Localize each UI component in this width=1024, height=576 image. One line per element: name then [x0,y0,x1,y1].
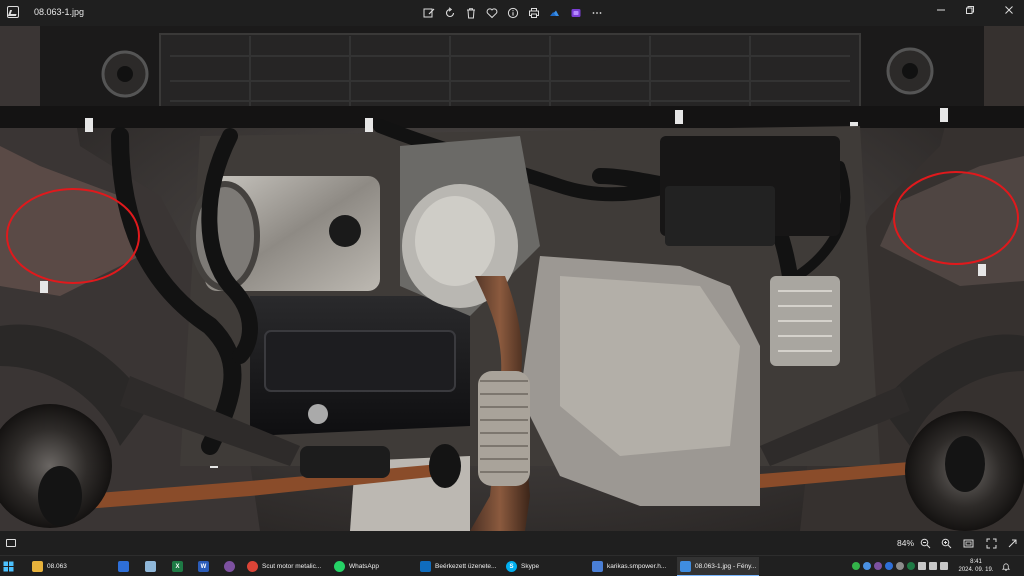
taskbar-item-excel[interactable]: X [172,557,188,576]
taskbar-item-notepad[interactable] [145,557,161,576]
zoom-in-icon[interactable] [939,536,953,550]
windows-icon [3,561,14,572]
whatsapp-icon [334,561,345,572]
fit-to-window-icon[interactable] [961,536,975,550]
tray-app-icon[interactable] [885,562,893,570]
taskbar-item-label: Beérkezett üzenete... [435,563,497,570]
taskbar-item-word[interactable]: W [198,557,214,576]
windows-taskbar: 08.063 X W Scut motor metalic... WhatsAp… [0,555,1024,576]
taskbar-item-explorer[interactable]: 08.063 [32,557,112,576]
taskbar-clock[interactable]: 8:41 2024. 09. 19. [958,558,994,574]
filmstrip-icon[interactable] [6,539,16,547]
restore-button[interactable] [956,0,984,20]
chrome-icon [247,561,258,572]
expand-icon[interactable] [1005,536,1019,550]
taskbar-item-label: Scut motor metalic... [262,563,322,570]
photos-icon [680,560,691,572]
tray-app-icon[interactable] [907,562,915,570]
photo-viewer[interactable] [0,26,1024,531]
clock-date: 2024. 09. 19. [958,567,994,573]
rotate-icon[interactable] [439,4,460,22]
taskbar-item-chrome[interactable]: Scut motor metalic... [247,557,329,576]
title-bar: 08.063-1.jpg [0,0,1024,26]
zoom-out-icon[interactable] [918,536,932,550]
taskbar-item-label: WhatsApp [349,563,379,570]
system-tray [852,559,948,573]
taskbar-item-viber[interactable] [224,557,240,576]
skype-icon: S [506,561,517,572]
taskbar-item-label: 08.063 [47,563,67,570]
wifi-icon[interactable] [918,562,926,570]
window-title: 08.063-1.jpg [34,7,85,17]
teamviewer-icon [118,561,129,572]
photos-app-icon [7,6,19,18]
taskbar-item-label: karikas.smpower.h... [607,563,667,570]
notepad-icon [145,561,156,572]
clock-time: 8:41 [970,559,982,565]
tray-app-icon[interactable] [852,562,860,570]
taskbar-item-remote-desktop[interactable]: karikas.smpower.h... [592,557,674,576]
taskbar-item-label: Skype [521,563,540,570]
tray-app-icon[interactable] [874,562,882,570]
taskbar-item-teamviewer[interactable] [118,557,134,576]
remote-desktop-icon [592,561,603,572]
favorite-icon[interactable] [481,4,502,22]
fullscreen-icon[interactable] [984,536,998,550]
image-toolbar [418,4,607,22]
folder-icon [32,561,43,572]
info-icon[interactable] [502,4,523,22]
word-icon: W [198,561,209,572]
print-icon[interactable] [523,4,544,22]
onedrive-icon[interactable] [544,4,565,22]
start-button[interactable] [3,557,29,576]
clipchamp-icon[interactable] [565,4,586,22]
taskbar-item-photos[interactable]: 08.063-1.jpg - Fény... [677,557,759,576]
edit-image-icon[interactable] [418,4,439,22]
bell-icon [1000,561,1011,572]
taskbar-item-skype[interactable]: S Skype [506,557,588,576]
excel-icon: X [172,561,183,572]
tray-app-icon[interactable] [896,562,904,570]
more-icon[interactable] [586,4,607,22]
taskbar-item-outlook[interactable]: Beérkezett üzenete... [420,557,502,576]
outlook-icon [420,561,431,572]
viber-icon [224,561,235,572]
viewer-status-bar: 84% [0,531,1024,555]
tray-app-icon[interactable] [863,562,871,570]
engine-underside-photo [0,26,1024,531]
battery-icon[interactable] [940,562,948,570]
minimize-button[interactable] [926,0,956,20]
taskbar-item-whatsapp[interactable]: WhatsApp [334,557,416,576]
volume-icon[interactable] [929,562,937,570]
close-button[interactable] [994,0,1024,20]
taskbar-item-label: 08.063-1.jpg - Fény... [695,562,757,570]
delete-icon[interactable] [460,4,481,22]
zoom-level: 84% [897,538,915,548]
notifications-button[interactable] [1000,557,1018,576]
